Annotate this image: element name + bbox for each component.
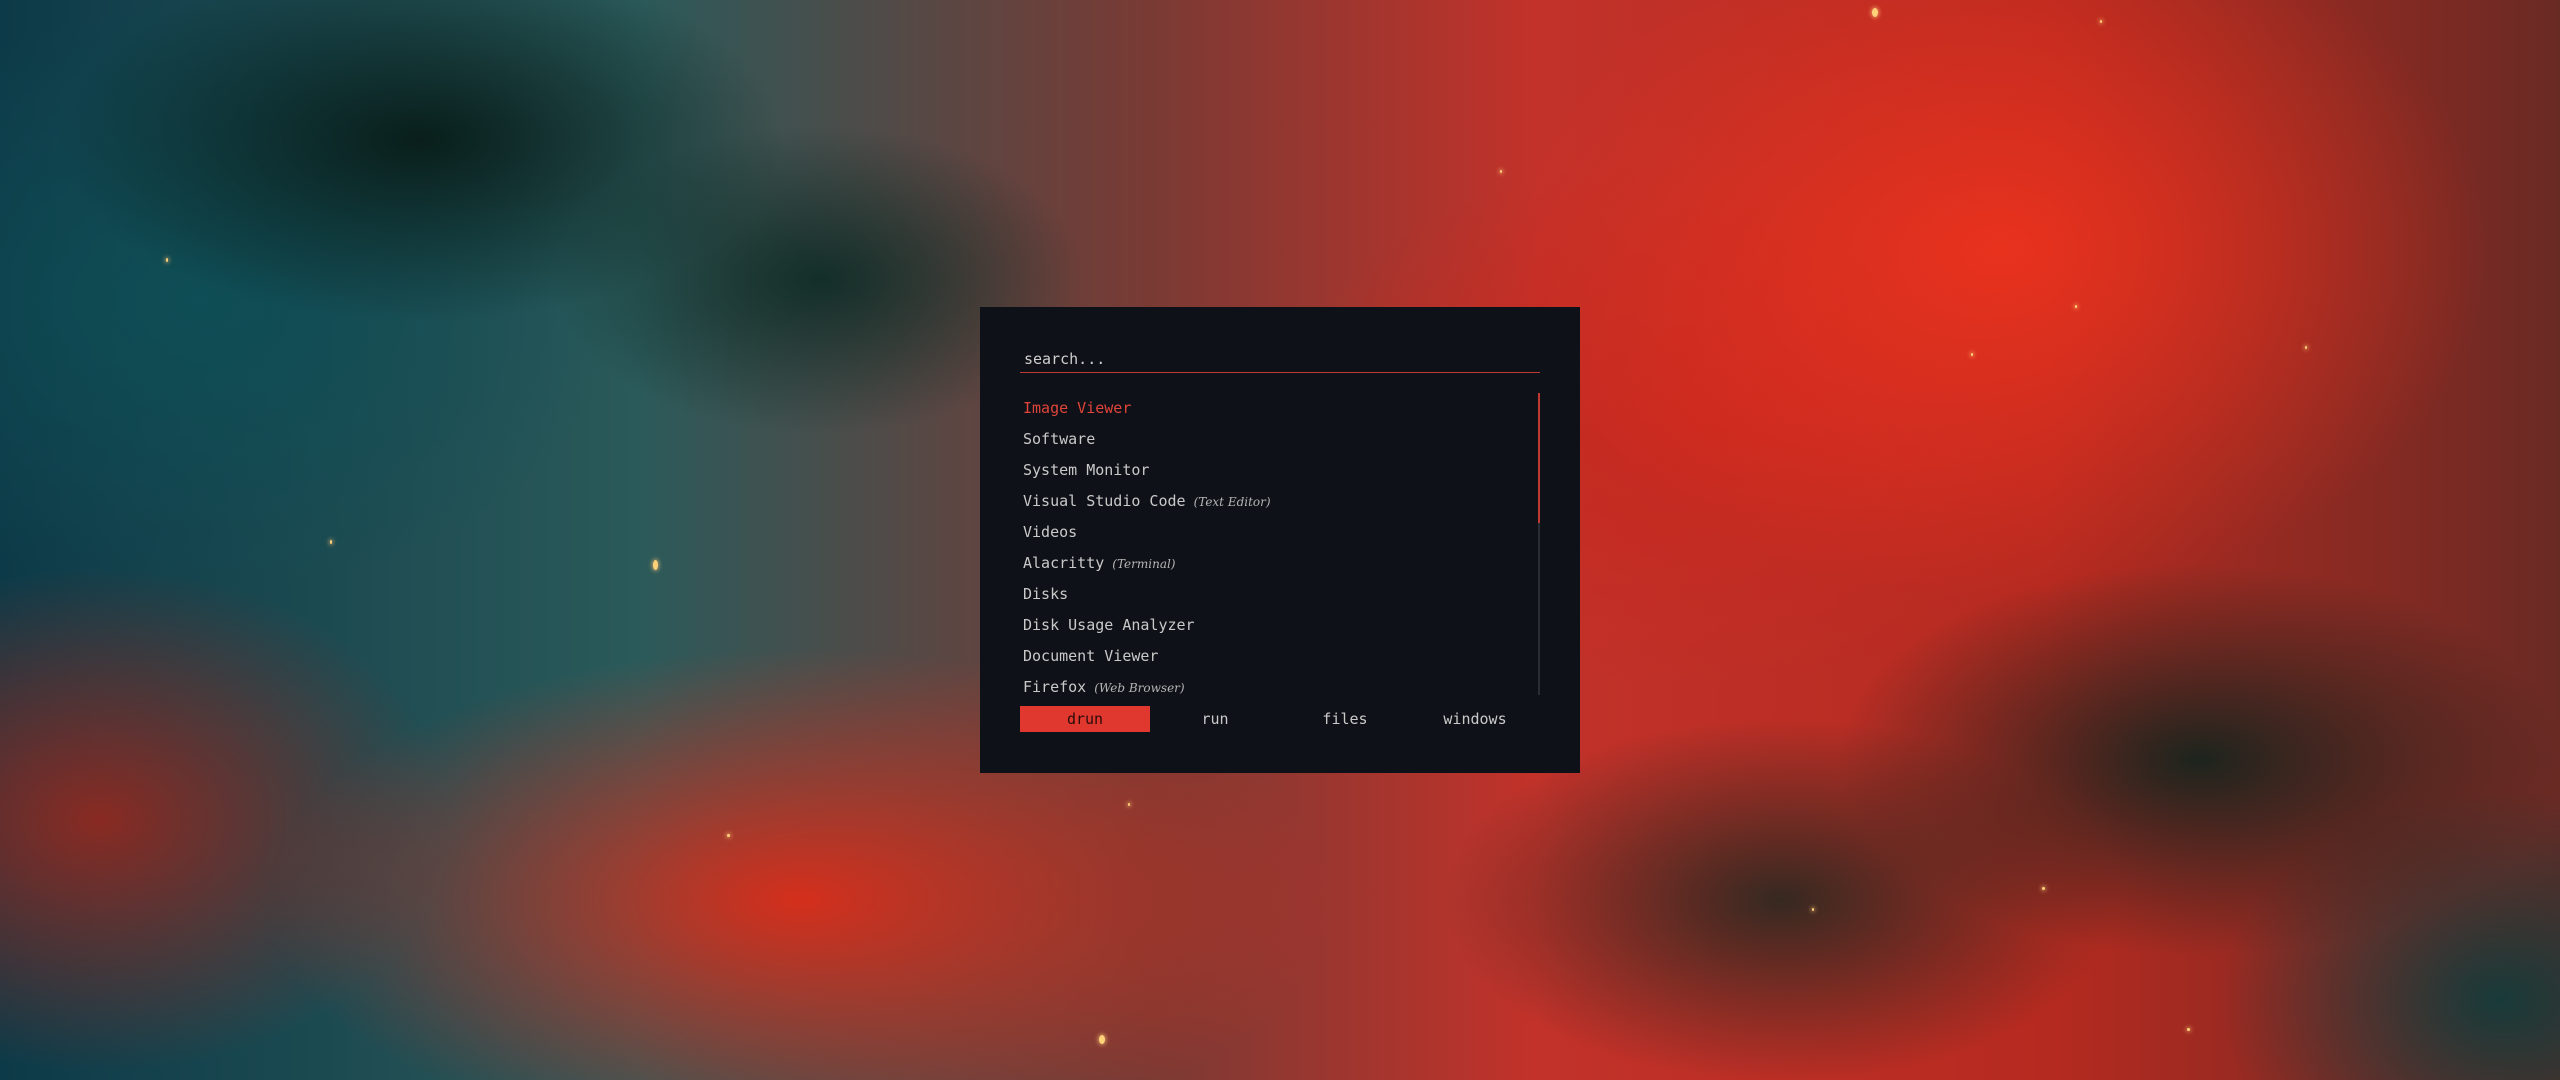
list-item[interactable]: Software — [1020, 424, 1540, 455]
ember-spark — [1500, 170, 1502, 173]
app-generic-name: (Terminal) — [1112, 557, 1176, 571]
app-name: Alacritty — [1023, 554, 1105, 572]
mode-button-run[interactable]: run — [1150, 706, 1280, 732]
app-name: Videos — [1023, 523, 1078, 541]
app-name: Disks — [1023, 585, 1069, 603]
list-item[interactable]: Disks — [1020, 579, 1540, 610]
mode-switcher: drun run files windows — [1020, 706, 1540, 732]
ember-spark — [2305, 346, 2307, 349]
list-item[interactable]: Firefox (Web Browser) — [1020, 672, 1540, 703]
ember-spark — [330, 540, 332, 544]
list-scrollbar[interactable] — [1538, 393, 1540, 695]
list-item[interactable]: Disk Usage Analyzer — [1020, 610, 1540, 641]
ember-spark — [653, 560, 658, 570]
list-item[interactable]: Visual Studio Code (Text Editor) — [1020, 486, 1540, 517]
app-name: System Monitor — [1023, 461, 1150, 479]
mode-button-drun[interactable]: drun — [1020, 706, 1150, 732]
app-name: Image Viewer — [1023, 399, 1132, 417]
list-item[interactable]: Image Viewer — [1020, 393, 1540, 424]
ember-spark — [166, 258, 168, 262]
app-name: Firefox — [1023, 678, 1087, 696]
app-launcher-window: Image Viewer Software System Monitor Vis… — [980, 307, 1580, 773]
list-item[interactable]: System Monitor — [1020, 455, 1540, 486]
search-bar — [1020, 347, 1540, 373]
ember-spark — [1812, 908, 1814, 911]
ember-spark — [1128, 803, 1130, 806]
mode-button-windows[interactable]: windows — [1410, 706, 1540, 732]
ember-spark — [727, 834, 730, 837]
app-name: Disk Usage Analyzer — [1023, 616, 1195, 634]
app-generic-name: (Web Browser) — [1094, 681, 1185, 695]
app-generic-name: (Text Editor) — [1193, 495, 1271, 509]
ember-spark — [1099, 1035, 1105, 1044]
search-input[interactable] — [1020, 347, 1540, 371]
list-item[interactable]: Alacritty (Terminal) — [1020, 548, 1540, 579]
app-name: Document Viewer — [1023, 647, 1159, 665]
ember-spark — [2075, 305, 2077, 308]
app-name: Software — [1023, 430, 1096, 448]
app-name: Visual Studio Code — [1023, 492, 1186, 510]
ember-spark — [2042, 887, 2045, 890]
ember-spark — [2187, 1028, 2190, 1031]
list-item[interactable]: Videos — [1020, 517, 1540, 548]
app-list: Image Viewer Software System Monitor Vis… — [1020, 393, 1540, 703]
list-item[interactable]: Document Viewer — [1020, 641, 1540, 672]
ember-spark — [1971, 353, 1973, 356]
ember-spark — [2100, 20, 2102, 23]
scrollbar-thumb[interactable] — [1538, 393, 1540, 523]
ember-spark — [1872, 8, 1878, 17]
mode-button-files[interactable]: files — [1280, 706, 1410, 732]
